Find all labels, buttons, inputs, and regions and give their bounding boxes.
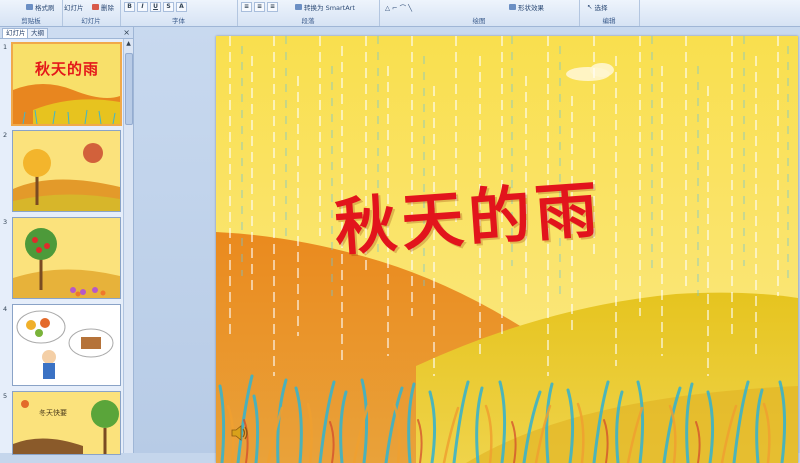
thumb-3-art (13, 218, 120, 298)
tab-slides[interactable]: 幻灯片 (2, 28, 30, 38)
ribbon: 格式刷 剪贴板 幻灯片 删除 幻灯片 B I U S A 字体 ≡ ≡ ≡ 转换… (0, 0, 800, 27)
font-group-label: 字体 (172, 17, 185, 25)
ribbon-group-clipboard: 格式刷 剪贴板 (0, 0, 63, 26)
convert-smartart-button[interactable]: 转换为 SmartArt (295, 2, 355, 12)
slides-group-label: 幻灯片 (81, 17, 101, 25)
thumb-1-art (13, 44, 120, 124)
slide-thumbnail-4[interactable] (12, 304, 121, 386)
select-label: 选择 (594, 4, 608, 12)
new-slide-label: 幻灯片 (64, 4, 84, 12)
effects-icon (509, 4, 516, 10)
bold-button[interactable]: B (124, 2, 135, 12)
shadow-button[interactable]: A (176, 2, 187, 12)
delete-slide-button[interactable]: 删除 (92, 2, 114, 12)
underline-button[interactable]: U (150, 2, 161, 12)
align-left-button[interactable]: ≡ (241, 2, 252, 12)
slides-pane: 幻灯片 大纲 × 1 秋天的雨 2 3 4 5 冬天快要 ▲ (0, 27, 134, 455)
pane-tabs: 幻灯片 大纲 × (0, 27, 133, 39)
slide-thumbnail-1[interactable]: 秋天的雨 (11, 42, 122, 126)
slide-editor: 秋天的雨 (134, 27, 800, 463)
pane-scrollbar[interactable]: ▲ (123, 39, 133, 453)
editing-group-label: 编辑 (602, 17, 616, 25)
drawing-group-label: 绘图 (472, 17, 486, 25)
thumb-5-art (13, 392, 120, 454)
slide-number: 5 (3, 392, 8, 400)
slide-number: 2 (3, 131, 8, 139)
brush-icon (26, 4, 33, 10)
slide-thumbnail-5[interactable]: 冬天快要 (12, 391, 121, 455)
slide-number: 4 (3, 305, 8, 313)
slide-number: 1 (3, 43, 8, 51)
format-painter-button[interactable]: 格式刷 (26, 2, 55, 12)
speaker-icon[interactable] (230, 423, 250, 443)
italic-button[interactable]: I (137, 2, 148, 12)
cursor-icon: ↖ (587, 3, 593, 11)
shapes-icon: △ ⌐ ⌒ ╲ (385, 4, 413, 12)
ribbon-group-slides: 幻灯片 删除 幻灯片 (62, 0, 121, 26)
thumb-4-art (13, 305, 120, 385)
scroll-up-icon[interactable]: ▲ (124, 39, 133, 48)
slide-thumbnail-3[interactable] (12, 217, 121, 299)
shapes-gallery[interactable]: △ ⌐ ⌒ ╲ (385, 2, 412, 12)
scrollbar-thumb[interactable] (125, 53, 133, 125)
align-right-button[interactable]: ≡ (267, 2, 278, 12)
paragraph-group-label: 段落 (301, 17, 315, 25)
format-painter-label: 格式刷 (35, 4, 55, 12)
thumb-2-art (13, 131, 120, 211)
select-button[interactable]: ↖ 选择 (587, 2, 607, 12)
clipboard-group-label: 剪贴板 (21, 17, 41, 25)
thumb-1-title: 秋天的雨 (35, 60, 100, 78)
ribbon-group-paragraph: ≡ ≡ ≡ 转换为 SmartArt 段落 (237, 0, 380, 26)
slide-number: 3 (3, 218, 8, 226)
shape-effects-label: 形状效果 (518, 4, 544, 12)
thumb-5-title: 冬天快要 (39, 409, 67, 417)
delete-icon (92, 4, 99, 10)
ribbon-group-font: B I U S A 字体 (120, 0, 238, 26)
slide-title[interactable]: 秋天的雨 (331, 159, 605, 267)
slide-canvas[interactable]: 秋天的雨 (216, 36, 798, 463)
delete-label: 删除 (101, 4, 114, 12)
tab-outline[interactable]: 大纲 (27, 28, 48, 38)
smartart-icon (295, 4, 302, 10)
convert-smartart-label: 转换为 SmartArt (304, 4, 355, 12)
font-format-buttons: B I U S A (124, 2, 187, 12)
ribbon-group-drawing: △ ⌐ ⌒ ╲ 形状效果 绘图 (379, 0, 580, 26)
close-icon[interactable]: × (123, 27, 130, 38)
new-slide-button[interactable]: 幻灯片 (64, 2, 84, 12)
ribbon-group-editing: ↖ 选择 编辑 (579, 0, 640, 26)
shape-effects-button[interactable]: 形状效果 (509, 2, 544, 12)
align-buttons: ≡ ≡ ≡ (241, 2, 278, 12)
align-center-button[interactable]: ≡ (254, 2, 265, 12)
strikethrough-button[interactable]: S (163, 2, 174, 12)
slide-thumbnail-2[interactable] (12, 130, 121, 212)
